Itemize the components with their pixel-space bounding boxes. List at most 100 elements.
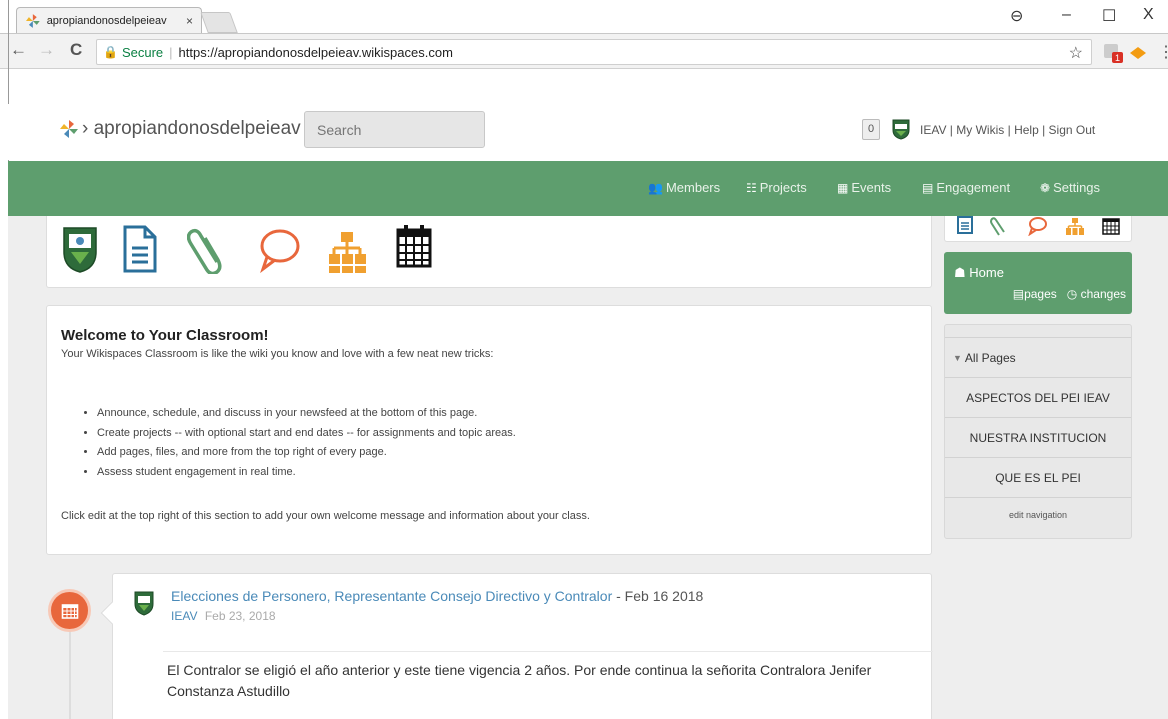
feed-timeline: [69, 630, 71, 719]
changes-label: changes: [1080, 287, 1126, 301]
feed-title: Elecciones de Personero, Representante C…: [171, 588, 703, 604]
project-icon[interactable]: [327, 224, 367, 274]
home-links: ▤pages ◷ changes: [1013, 287, 1126, 301]
minimize-button[interactable]: –: [1062, 6, 1071, 24]
projects-icon: ☷: [746, 180, 757, 195]
all-pages-label: All Pages: [964, 350, 1016, 365]
feed-meta: IEAV Feb 23, 2018: [171, 609, 276, 623]
account-icon[interactable]: ⊖: [1010, 6, 1023, 26]
reload-button[interactable]: C: [70, 40, 82, 60]
project-icon[interactable]: [1065, 216, 1085, 236]
pages-icon: ▤: [1012, 287, 1025, 301]
tab-title: apropiandonosdelpeieav: [46, 14, 167, 27]
user-link-my-wikis[interactable]: My Wikis: [956, 123, 1004, 137]
feed-event-link[interactable]: Elecciones de Personero, Representante C…: [171, 588, 612, 604]
feed-item: Elecciones de Personero, Representante C…: [112, 573, 933, 719]
page-icon[interactable]: [121, 224, 159, 274]
browser-tab[interactable]: apropiandonosdelpeieav ×: [16, 7, 202, 33]
sidebar-add-toolbar: [944, 216, 1132, 242]
pinwheel-icon: [60, 120, 78, 138]
comment-icon[interactable]: [1027, 216, 1047, 236]
edit-navigation-link[interactable]: edit navigation: [945, 497, 1131, 531]
wiki-header: › apropiandonosdelpeieav 0 IEAV | My Wik…: [8, 104, 1168, 160]
wiki-nav-bar: 👥 Members ☷ Projects ▦ Events ▤ Engageme…: [8, 161, 1168, 216]
browser-titlebar: apropiandonosdelpeieav × ⊖ – ☐ X: [0, 0, 1168, 33]
nav-page-link[interactable]: NUESTRA INSTITUCION: [945, 417, 1131, 457]
lock-icon: 🔒: [103, 45, 118, 59]
comment-icon[interactable]: [257, 224, 301, 274]
tab-close-icon[interactable]: ×: [186, 14, 193, 28]
forward-button[interactable]: →: [38, 40, 55, 60]
feed-event-date: - Feb 16 2018: [612, 588, 704, 604]
feed-body: El Contralor se eligió el año anterior y…: [167, 662, 872, 699]
triangle-down-icon: ▼: [953, 352, 962, 363]
school-crest-icon[interactable]: [61, 224, 99, 274]
calendar-icon: [61, 603, 78, 619]
nav-engagement-label: Engagement: [936, 180, 1011, 195]
notification-count[interactable]: 0: [862, 119, 880, 140]
url-text: https://apropiandonosdelpeieav.wikispace…: [178, 44, 453, 60]
event-badge: [48, 589, 91, 632]
home-label: Home: [969, 265, 1004, 280]
wiki-search-input[interactable]: [304, 111, 485, 148]
author-avatar[interactable]: [133, 590, 155, 616]
pages-label: pages: [1024, 287, 1057, 301]
paperclip-icon[interactable]: [187, 224, 225, 274]
nav-settings[interactable]: ❁ Settings: [1040, 180, 1100, 195]
nav-events[interactable]: ▦ Events: [837, 180, 891, 195]
paperclip-icon[interactable]: [989, 216, 1009, 236]
clock-icon: ◷: [1066, 287, 1078, 301]
maximize-button[interactable]: ☐: [1102, 6, 1116, 26]
page-navigation: ▼ All Pages ASPECTOS DEL PEI IEAV NUESTR…: [944, 324, 1132, 539]
welcome-tip: Announce, schedule, and discuss in your …: [97, 404, 516, 424]
user-link-help[interactable]: Help: [1014, 123, 1039, 137]
feed-author[interactable]: IEAV: [171, 609, 197, 623]
back-button[interactable]: ←: [10, 40, 27, 60]
events-icon: ▦: [837, 180, 849, 195]
add-content-toolbar: [46, 216, 932, 288]
engagement-icon: ▤: [922, 180, 934, 195]
nav-projects[interactable]: ☷ Projects: [746, 180, 807, 195]
settings-icon: ❁: [1040, 180, 1051, 195]
user-avatar[interactable]: [891, 118, 911, 140]
nav-engagement[interactable]: ▤ Engagement: [922, 180, 1010, 195]
welcome-card: Welcome to Your Classroom! Your Wikispac…: [46, 305, 932, 555]
home-panel: ☗ Home ▤pages ◷ changes: [944, 252, 1132, 314]
extension-icon[interactable]: 1: [1102, 42, 1126, 64]
bookmark-star-icon[interactable]: ☆: [1069, 43, 1083, 63]
nav-page-link[interactable]: QUE ES EL PEI: [945, 457, 1131, 497]
close-window-button[interactable]: X: [1143, 6, 1154, 24]
extension-badge: 1: [1115, 53, 1120, 63]
calendar-icon[interactable]: [395, 222, 433, 272]
home-icon: ☗: [954, 265, 966, 280]
browser-toolbar: ← → C 🔒 Secure | https://apropiandonosde…: [0, 33, 1168, 69]
welcome-tip: Create projects -- with optional start a…: [97, 424, 516, 444]
user-link-sign-out[interactable]: Sign Out: [1049, 123, 1096, 137]
omnibox-separator: |: [169, 44, 173, 60]
nav-members-label: Members: [665, 180, 721, 195]
nav-page-link[interactable]: ASPECTOS DEL PEI IEAV: [945, 377, 1131, 417]
nav-events-label: Events: [851, 180, 892, 195]
user-link-ieav[interactable]: IEAV: [920, 123, 946, 137]
welcome-tip: Add pages, files, and more from the top …: [97, 443, 516, 463]
pages-link[interactable]: ▤pages: [1013, 287, 1057, 301]
new-tab-button[interactable]: [200, 12, 238, 33]
pinwheel-icon: [25, 13, 40, 28]
wiki-logo[interactable]: › apropiandonosdelpeieav: [58, 118, 301, 140]
nav-members[interactable]: 👥 Members: [648, 180, 720, 195]
wiki-name: › apropiandonosdelpeieav: [82, 118, 301, 139]
changes-link[interactable]: ◷ changes: [1067, 287, 1126, 301]
nav-projects-label: Projects: [759, 180, 807, 195]
address-bar[interactable]: 🔒 Secure | https://apropiandonosdelpeiea…: [96, 39, 1092, 65]
home-link[interactable]: ☗ Home: [954, 265, 1004, 281]
welcome-tips-list: Announce, schedule, and discuss in your …: [97, 404, 516, 482]
calendar-icon[interactable]: [1101, 216, 1121, 236]
all-pages-toggle[interactable]: ▼ All Pages: [945, 337, 1131, 377]
browser-menu-icon[interactable]: ⋮: [1158, 42, 1168, 62]
honey-extension-icon[interactable]: [1128, 44, 1148, 62]
page-icon[interactable]: [955, 216, 975, 236]
welcome-tip: Assess student engagement in real time.: [97, 463, 516, 483]
feed-divider: [163, 651, 933, 652]
user-links: IEAV | My Wikis | Help | Sign Out: [920, 123, 1096, 137]
nav-settings-label: Settings: [1053, 180, 1101, 195]
